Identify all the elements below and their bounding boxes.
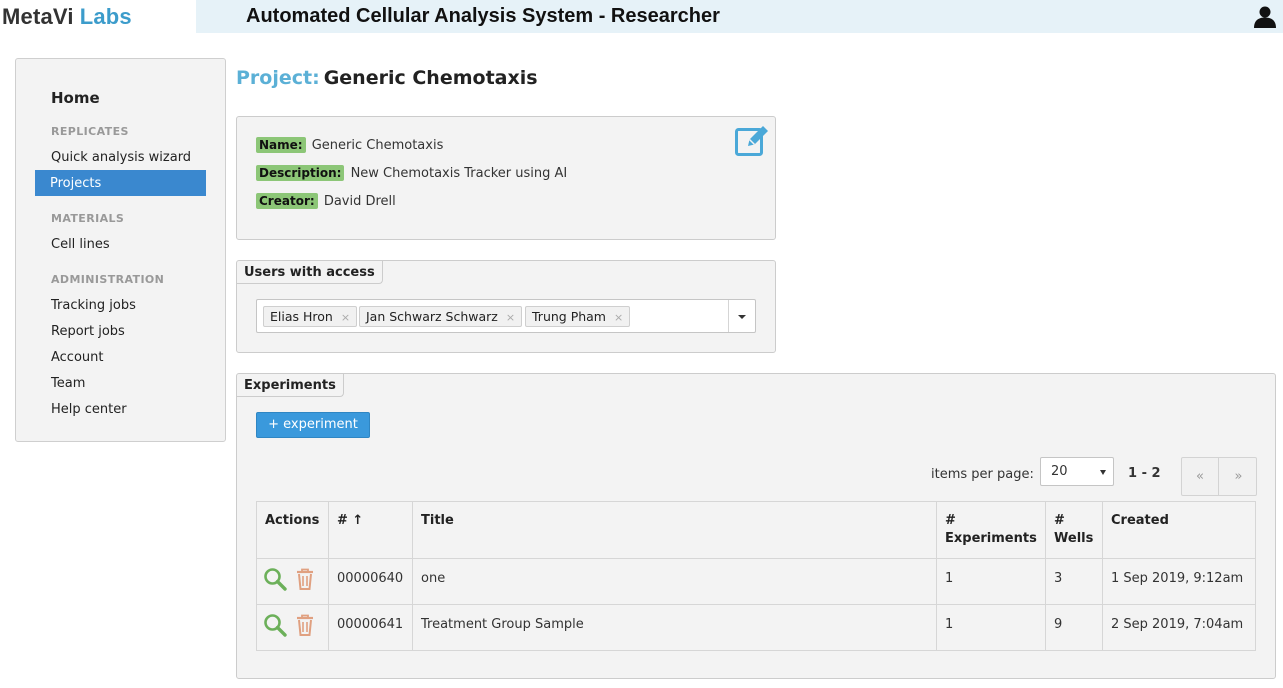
row-id: 00000640 [328,558,413,605]
experiments-panel: Experiments + experiment items per page:… [236,373,1276,679]
creator-label: Creator: [256,193,318,209]
edit-icon[interactable] [734,122,770,158]
logo-text-metavi: MetaVi [2,4,74,29]
users-access-panel: Users with access Elias Hron × Jan Schwar… [236,260,776,353]
column-header-id[interactable]: # ↑ [328,501,413,559]
table-header-row: Actions # ↑ Title # Experiments # Wells … [256,501,1256,559]
project-name-value: Generic Chemotaxis [311,138,444,153]
items-per-page-select[interactable]: 20 [1040,457,1114,486]
column-header-experiments-label: Experiments [945,531,1037,546]
user-chip: Trung Pham × [525,306,631,327]
user-chip: Jan Schwarz Schwarz × [359,306,523,327]
column-header-wells-hash: # [1054,513,1065,528]
next-page-button[interactable]: » [1220,458,1257,495]
remove-user-icon[interactable]: × [341,311,350,324]
prev-page-button[interactable]: « [1182,458,1219,495]
sidebar-item-home[interactable]: Home [51,89,100,107]
items-per-page-label: items per page: [931,467,1034,482]
row-wells: 9 [1045,604,1103,651]
page-title-name: Generic Chemotaxis [323,67,538,89]
top-bar: Automated Cellular Analysis System - Res… [196,0,1283,33]
row-id: 00000641 [328,604,413,651]
sidebar-section-administration: ADMINISTRATION [51,273,165,286]
app-title: Automated Cellular Analysis System - Res… [246,5,720,27]
row-experiments: 1 [936,558,1046,605]
user-chip-label: Elias Hron [270,309,333,324]
trash-icon[interactable] [294,567,316,591]
sidebar-item-quick-analysis[interactable]: Quick analysis wizard [51,150,191,165]
sidebar: Home REPLICATES Quick analysis wizard Pr… [15,58,226,442]
logo[interactable]: MetaVi Labs [0,0,196,33]
page-title-prefix: Project: [236,67,320,89]
row-created: 1 Sep 2019, 9:12am [1102,558,1256,605]
remove-user-icon[interactable]: × [506,311,515,324]
row-title[interactable]: one [412,558,937,605]
user-chip-label: Trung Pham [532,309,606,324]
experiments-legend: Experiments [237,374,344,397]
table-row: 00000640 one 1 3 1 Sep 2019, 9:12am [256,558,1256,605]
column-header-created[interactable]: Created [1102,501,1256,559]
project-description-row: Description: New Chemotaxis Tracker usin… [256,165,567,181]
user-icon[interactable] [1253,4,1277,28]
row-experiments: 1 [936,604,1046,651]
row-created: 2 Sep 2019, 7:04am [1102,604,1256,651]
sidebar-item-tracking-jobs[interactable]: Tracking jobs [51,298,136,313]
sidebar-section-replicates: REPLICATES [51,125,129,138]
project-creator-row: Creator: David Drell [256,193,396,209]
column-header-experiments-hash: # [945,513,956,528]
row-actions [256,558,329,605]
project-name-row: Name: Generic Chemotaxis [256,137,443,153]
users-multiselect[interactable]: Elias Hron × Jan Schwarz Schwarz × Trung P… [256,299,756,333]
name-label: Name: [256,137,306,153]
experiments-table: Actions # ↑ Title # Experiments # Wells … [256,501,1256,651]
trash-icon[interactable] [294,613,316,637]
sidebar-item-cell-lines[interactable]: Cell lines [51,237,110,252]
column-header-wells-label: Wells [1054,531,1094,546]
row-title[interactable]: Treatment Group Sample [412,604,937,651]
column-header-wells[interactable]: # Wells [1045,501,1103,559]
remove-user-icon[interactable]: × [614,311,623,324]
row-wells: 3 [1045,558,1103,605]
row-actions [256,604,329,651]
sidebar-item-help-center[interactable]: Help center [51,402,127,417]
magnifier-icon[interactable] [263,613,287,637]
magnifier-icon[interactable] [263,567,287,591]
project-info-panel: Name: Generic Chemotaxis Description: Ne… [236,116,776,240]
column-header-actions: Actions [256,501,329,559]
column-header-title[interactable]: Title [412,501,937,559]
user-chip-label: Jan Schwarz Schwarz [366,309,498,324]
page-title: Project: Generic Chemotaxis [236,67,538,89]
table-row: 00000641 Treatment Group Sample 1 9 2 Se… [256,604,1256,651]
add-experiment-button[interactable]: + experiment [256,412,370,438]
sidebar-section-materials: MATERIALS [51,212,125,225]
sidebar-item-team[interactable]: Team [51,376,85,391]
project-creator-value: David Drell [323,194,396,209]
sidebar-item-account[interactable]: Account [51,350,104,365]
project-description-value: New Chemotaxis Tracker using AI [350,166,568,181]
users-access-legend: Users with access [237,261,383,284]
chevron-down-icon[interactable] [728,300,755,332]
pagination-range: 1 - 2 [1128,466,1161,481]
description-label: Description: [256,165,345,181]
logo-text-labs: Labs [79,4,132,29]
sidebar-item-projects[interactable]: Projects [35,170,206,196]
sidebar-item-report-jobs[interactable]: Report jobs [51,324,125,339]
user-chip: Elias Hron × [263,306,358,327]
column-header-experiments[interactable]: # Experiments [936,501,1046,559]
pagination: « » [1181,457,1257,496]
